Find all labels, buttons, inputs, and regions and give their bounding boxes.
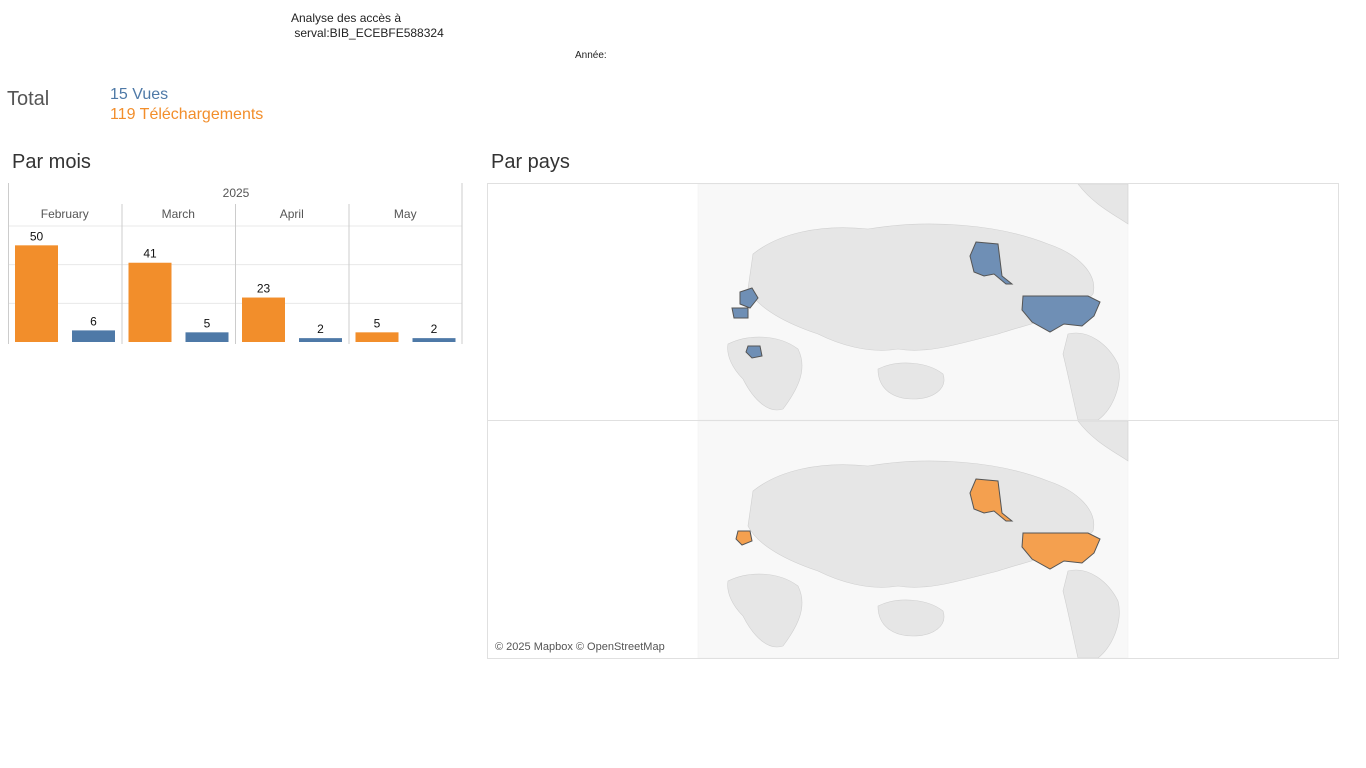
country-shape <box>731 307 749 319</box>
monthly-chart-svg: 2025 February 50 6 March 41 5 April 23 2 May 5 2 <box>8 183 463 344</box>
data-label-downloads-april: 23 <box>257 282 271 296</box>
data-label-downloads-may: 5 <box>374 316 381 330</box>
year-filter-label[interactable]: Année: <box>575 50 607 61</box>
map-attribution: © 2025 Mapbox © OpenStreetMap <box>495 641 665 653</box>
downloads-map-svg <box>697 421 1129 658</box>
bar-views-april <box>299 338 342 342</box>
downloads-total: 119 Téléchargements <box>110 106 264 123</box>
bar-views-march <box>185 332 229 342</box>
views-map-svg <box>697 184 1129 420</box>
month-header-february: February <box>41 207 89 221</box>
bar-views-may <box>412 338 456 342</box>
by-country-title: Par pays <box>491 151 570 173</box>
bar-downloads-may <box>355 332 399 342</box>
views-by-country-map[interactable] <box>487 183 1339 421</box>
monthly-bar-chart: 2025 February 50 6 March 41 5 April 23 2 May 5 2 <box>8 183 464 345</box>
data-label-views-may: 2 <box>431 322 438 336</box>
bar-downloads-april <box>242 297 285 342</box>
downloads-by-country-map[interactable] <box>487 420 1339 659</box>
views-total: 15 Vues <box>110 86 169 103</box>
month-header-april: April <box>280 207 304 221</box>
data-label-views-february: 6 <box>90 314 97 328</box>
data-label-downloads-february: 50 <box>30 229 44 243</box>
data-label-downloads-march: 41 <box>143 247 157 261</box>
data-label-views-march: 5 <box>204 316 211 330</box>
month-header-march: March <box>162 207 195 221</box>
bar-views-february <box>72 330 115 342</box>
month-header-may: May <box>394 207 417 221</box>
by-month-title: Par mois <box>12 151 91 173</box>
bar-downloads-february <box>15 245 58 342</box>
data-label-views-april: 2 <box>317 322 324 336</box>
total-label: Total <box>7 88 50 110</box>
year-header: 2025 <box>223 186 250 200</box>
bar-downloads-march <box>128 262 172 342</box>
report-title: Analyse des accès à serval:BIB_ECEBFE588… <box>291 11 444 40</box>
